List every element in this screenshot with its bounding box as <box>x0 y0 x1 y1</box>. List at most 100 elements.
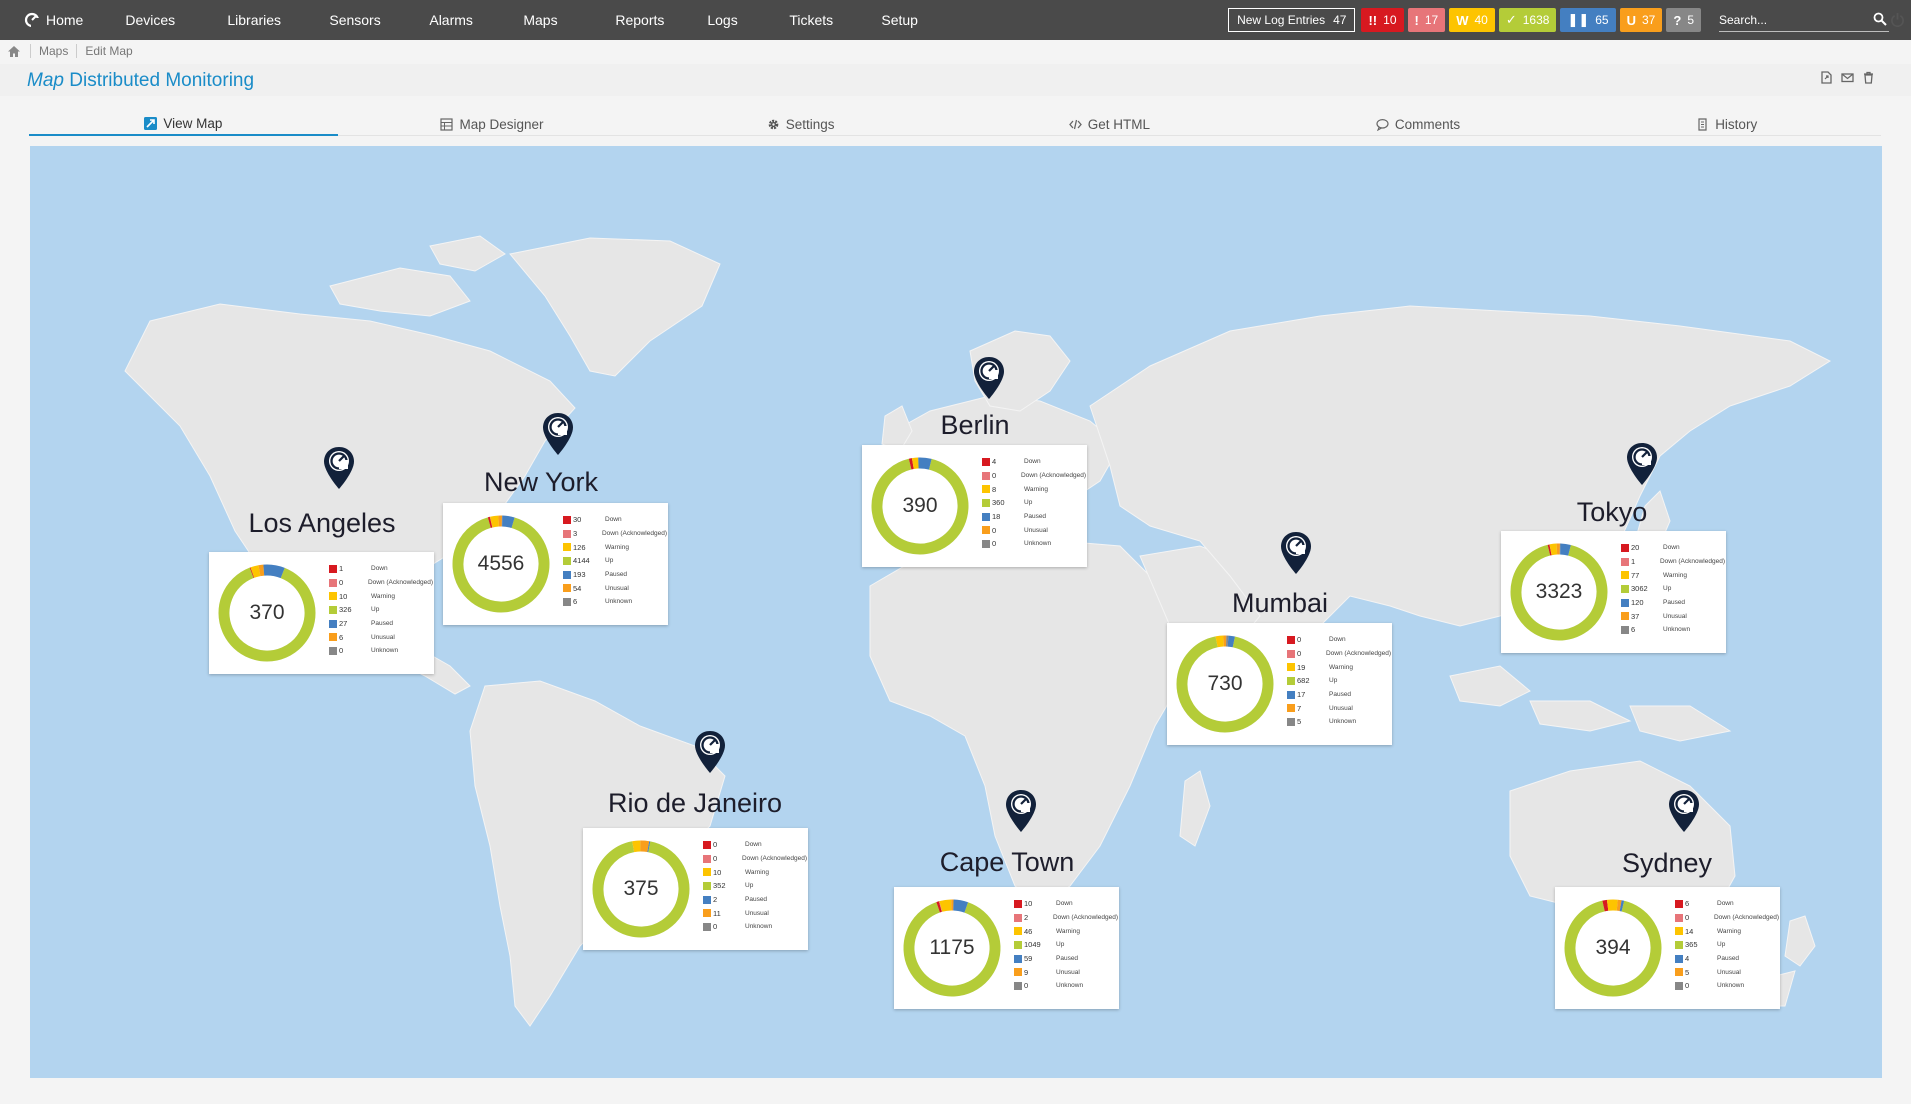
status-badge-up[interactable]: ✓ 1638 <box>1498 8 1557 32</box>
map-pin-icon[interactable] <box>323 446 355 490</box>
new-log-entries-button[interactable]: New Log Entries 47 <box>1228 8 1356 32</box>
breadcrumb-maps[interactable]: Maps <box>31 44 78 58</box>
legend-row-warning[interactable]: 10 Warning <box>329 589 433 603</box>
tab-comments[interactable]: Comments <box>1264 112 1573 136</box>
legend-row-unusual[interactable]: 54 Unusual <box>563 581 667 595</box>
tab-settings[interactable]: Settings <box>646 112 955 136</box>
status-panel-rio-de-janeiro[interactable]: 375 0 Down 0 Down (Acknowledged) 10 Warning 352… <box>583 828 808 950</box>
legend-row-warning[interactable]: 77 Warning <box>1621 568 1725 582</box>
nav-maps[interactable]: Maps <box>511 0 603 40</box>
legend-row-up[interactable]: 4144 Up <box>563 554 667 568</box>
map-pin-icon[interactable] <box>542 412 574 456</box>
world-map[interactable]: Los Angeles 370 1 Down 0 Down (Acknowledged) 1… <box>30 146 1882 1078</box>
city-label-sydney[interactable]: Sydney <box>1622 848 1712 879</box>
map-pin-icon[interactable] <box>1280 531 1312 575</box>
legend-row-unknown[interactable]: 0 Unknown <box>1014 979 1118 993</box>
legend-row-paused[interactable]: 17 Paused <box>1287 688 1391 702</box>
nav-home[interactable]: Home <box>0 0 113 40</box>
status-panel-new-york[interactable]: 4556 30 Down 3 Down (Acknowledged) 126 Warning… <box>443 503 668 625</box>
legend-row-down-ack[interactable]: 0 Down (Acknowledged) <box>703 852 807 866</box>
export-icon[interactable] <box>1820 71 1833 84</box>
tab-history[interactable]: History <box>1572 112 1881 136</box>
legend-row-up[interactable]: 682 Up <box>1287 674 1391 688</box>
legend-row-down[interactable]: 6 Down <box>1675 897 1779 911</box>
legend-row-unusual[interactable]: 7 Unusual <box>1287 701 1391 715</box>
legend-row-down-ack[interactable]: 0 Down (Acknowledged) <box>1675 911 1779 925</box>
tab-map-designer[interactable]: Map Designer <box>338 112 647 136</box>
legend-row-down[interactable]: 30 Down <box>563 513 667 527</box>
legend-row-paused[interactable]: 59 Paused <box>1014 952 1118 966</box>
legend-row-warning[interactable]: 8 Warning <box>982 482 1086 496</box>
breadcrumb-home[interactable] <box>0 44 31 58</box>
legend-row-down-ack[interactable]: 3 Down (Acknowledged) <box>563 527 667 541</box>
legend-row-up[interactable]: 1049 Up <box>1014 938 1118 952</box>
nav-reports[interactable]: Reports <box>603 0 695 40</box>
legend-row-down[interactable]: 0 Down <box>1287 633 1391 647</box>
legend-row-paused[interactable]: 4 Paused <box>1675 952 1779 966</box>
email-icon[interactable] <box>1841 71 1854 84</box>
breadcrumb-edit-map[interactable]: Edit Map <box>77 44 140 58</box>
legend-row-unknown[interactable]: 0 Unknown <box>982 537 1086 551</box>
legend-row-warning[interactable]: 14 Warning <box>1675 924 1779 938</box>
nav-libraries[interactable]: Libraries <box>215 0 317 40</box>
nav-sensors[interactable]: Sensors <box>317 0 417 40</box>
city-label-mumbai[interactable]: Mumbai <box>1232 588 1328 619</box>
legend-row-warning[interactable]: 46 Warning <box>1014 924 1118 938</box>
legend-row-unusual[interactable]: 9 Unusual <box>1014 965 1118 979</box>
legend-row-paused[interactable]: 27 Paused <box>329 617 433 631</box>
tab-get-html[interactable]: Get HTML <box>955 112 1264 136</box>
status-badge-unusual[interactable]: U 37 <box>1619 8 1663 32</box>
legend-row-paused[interactable]: 2 Paused <box>703 893 807 907</box>
legend-row-up[interactable]: 352 Up <box>703 879 807 893</box>
legend-row-down-ack[interactable]: 2 Down (Acknowledged) <box>1014 911 1118 925</box>
status-panel-los-angeles[interactable]: 370 1 Down 0 Down (Acknowledged) 10 Warning 326… <box>209 552 434 674</box>
legend-row-unusual[interactable]: 11 Unusual <box>703 906 807 920</box>
status-badge-down[interactable]: !! 10 <box>1361 8 1404 32</box>
legend-row-unusual[interactable]: 37 Unusual <box>1621 609 1725 623</box>
legend-row-unknown[interactable]: 6 Unknown <box>1621 623 1725 637</box>
nav-devices[interactable]: Devices <box>113 0 215 40</box>
nav-logs[interactable]: Logs <box>695 0 777 40</box>
tab-view-map[interactable]: View Map <box>29 112 338 136</box>
nav-setup[interactable]: Setup <box>869 0 930 40</box>
legend-row-down[interactable]: 20 Down <box>1621 541 1725 555</box>
delete-icon[interactable] <box>1862 71 1875 84</box>
status-badge-paused[interactable]: ❚❚ 65 <box>1560 8 1616 32</box>
legend-row-up[interactable]: 365 Up <box>1675 938 1779 952</box>
legend-row-warning[interactable]: 10 Warning <box>703 865 807 879</box>
legend-row-down[interactable]: 4 Down <box>982 455 1086 469</box>
legend-row-down-ack[interactable]: 1 Down (Acknowledged) <box>1621 555 1725 569</box>
map-pin-icon[interactable] <box>694 730 726 774</box>
legend-row-down[interactable]: 1 Down <box>329 562 433 576</box>
nav-tickets[interactable]: Tickets <box>777 0 869 40</box>
legend-row-unknown[interactable]: 0 Unknown <box>1675 979 1779 993</box>
status-badge-warning[interactable]: W 40 <box>1449 8 1495 32</box>
logout-power-icon[interactable] <box>1890 12 1905 27</box>
nav-alarms[interactable]: Alarms <box>417 0 511 40</box>
map-pin-icon[interactable] <box>1668 789 1700 833</box>
legend-row-up[interactable]: 3062 Up <box>1621 582 1725 596</box>
search-icon[interactable] <box>1873 12 1887 26</box>
status-panel-sydney[interactable]: 394 6 Down 0 Down (Acknowledged) 14 Warning 365… <box>1555 887 1780 1009</box>
legend-row-warning[interactable]: 126 Warning <box>563 540 667 554</box>
city-label-rio-de-janeiro[interactable]: Rio de Janeiro <box>608 788 782 819</box>
legend-row-down-ack[interactable]: 0 Down (Acknowledged) <box>982 469 1086 483</box>
status-badge-unknown[interactable]: ? 5 <box>1666 8 1701 32</box>
status-badge-down-acknowledged[interactable]: ! 17 <box>1407 8 1446 32</box>
legend-row-unusual[interactable]: 5 Unusual <box>1675 965 1779 979</box>
legend-row-up[interactable]: 360 Up <box>982 496 1086 510</box>
legend-row-unknown[interactable]: 0 Unknown <box>703 920 807 934</box>
legend-row-down[interactable]: 10 Down <box>1014 897 1118 911</box>
legend-row-unusual[interactable]: 6 Unusual <box>329 630 433 644</box>
map-pin-icon[interactable] <box>1626 442 1658 486</box>
legend-row-paused[interactable]: 120 Paused <box>1621 596 1725 610</box>
legend-row-paused[interactable]: 193 Paused <box>563 568 667 582</box>
status-panel-cape-town[interactable]: 1175 10 Down 2 Down (Acknowledged) 46 Warning 1… <box>894 887 1119 1009</box>
city-label-berlin[interactable]: Berlin <box>940 410 1009 441</box>
legend-row-down-ack[interactable]: 0 Down (Acknowledged) <box>329 576 433 590</box>
status-panel-tokyo[interactable]: 3323 20 Down 1 Down (Acknowledged) 77 Warning 3… <box>1501 531 1726 653</box>
legend-row-unknown[interactable]: 6 Unknown <box>563 595 667 609</box>
legend-row-unusual[interactable]: 0 Unusual <box>982 523 1086 537</box>
legend-row-unknown[interactable]: 5 Unknown <box>1287 715 1391 729</box>
city-label-new-york[interactable]: New York <box>484 467 598 498</box>
